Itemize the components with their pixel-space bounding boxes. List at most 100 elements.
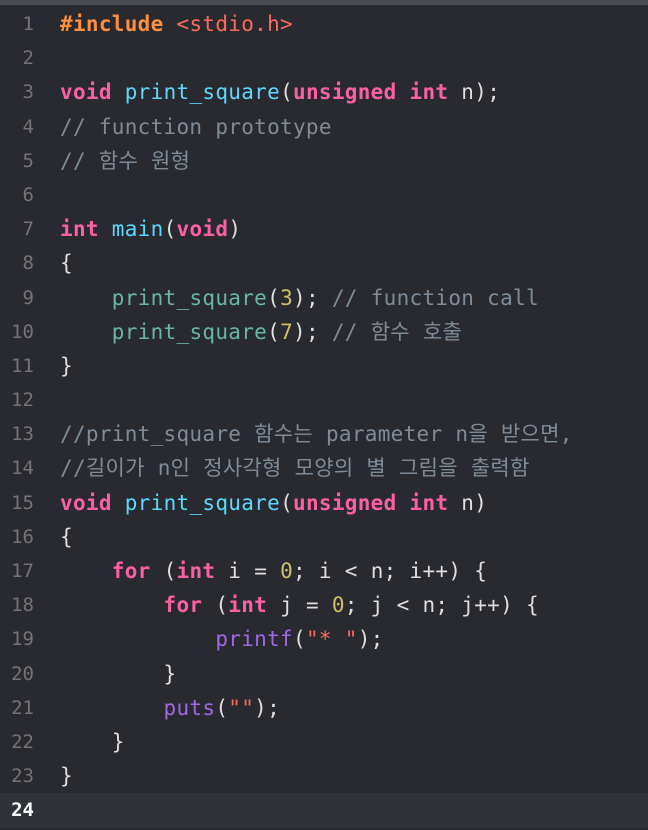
code-token: main (111, 217, 164, 242)
code-token: { (60, 524, 73, 549)
code-text[interactable]: int main(void) (60, 212, 241, 246)
code-text[interactable]: } (60, 725, 125, 759)
code-line[interactable]: 5 // 함수 원형 (0, 144, 648, 178)
code-line[interactable]: 20 } (0, 657, 648, 691)
code-token: // function call (331, 285, 539, 310)
line-number: 5 (22, 149, 34, 172)
code-line[interactable]: 18 for (int j = 0; j < n; j++) { (0, 588, 648, 622)
code-text[interactable]: for (int i = 0; i < n; i++) { (60, 554, 487, 588)
code-token: } (60, 729, 125, 754)
code-line[interactable]: 10 print_square(7); // 함수 호출 (0, 315, 648, 349)
code-text[interactable]: } (60, 759, 73, 793)
code-text[interactable]: // function prototype (60, 110, 332, 144)
code-text[interactable]: } (60, 657, 177, 691)
code-token: ) (228, 217, 242, 242)
code-text[interactable]: for (int j = 0; j < n; j++) { (60, 588, 539, 622)
code-token: ); (293, 285, 332, 310)
code-token: ( (280, 80, 294, 105)
line-number: 3 (22, 81, 34, 104)
code-token: 0 (280, 559, 294, 583)
line-number: 21 (11, 696, 34, 719)
code-text[interactable]: print_square(3); // function call (60, 281, 539, 315)
code-text[interactable]: { (60, 520, 73, 554)
code-token: { (60, 251, 73, 276)
code-token: // function prototype (60, 114, 332, 139)
line-number: 8 (22, 252, 34, 275)
code-line[interactable]: 8{ (0, 246, 648, 280)
line-number: 1 (22, 13, 34, 35)
code-line[interactable]: 2 (0, 41, 648, 75)
code-text[interactable]: print_square(7); // 함수 호출 (60, 315, 462, 349)
code-token: // 함수 호출 (331, 319, 463, 344)
line-number: 17 (11, 560, 34, 582)
code-line[interactable]: 24 (0, 793, 648, 828)
code-text[interactable]: } (60, 349, 73, 383)
code-token: n) (448, 490, 488, 515)
code-token: //길이가 n인 정사각형 모양의 별 그림을 출력함 (60, 456, 530, 481)
code-line[interactable]: 1 #include <stdio.h> (0, 7, 648, 41)
code-token: 0 (331, 593, 345, 618)
code-token: ); (357, 627, 384, 652)
code-line[interactable]: 22 } (0, 725, 648, 759)
line-number: 24 (11, 799, 34, 822)
code-token: print_square (124, 80, 281, 105)
code-token: unsigned (293, 490, 397, 515)
code-token: j = (267, 593, 332, 618)
code-text[interactable]: printf("* "); (60, 622, 384, 656)
code-line[interactable]: 7 int main(void) (0, 212, 648, 246)
line-number: 14 (11, 457, 34, 480)
code-text[interactable]: puts(""); (60, 691, 280, 725)
line-number: 18 (11, 594, 34, 617)
code-text[interactable]: //print_square 함수는 parameter n을 받으면, (60, 417, 573, 451)
code-text[interactable]: void print_square(unsigned int n); (60, 75, 500, 109)
code-text[interactable]: //길이가 n인 정사각형 모양의 별 그림을 출력함 (60, 451, 530, 485)
code-line[interactable]: 3 void print_square(unsigned int n); (0, 75, 648, 109)
code-line[interactable]: 19 printf("* "); (0, 622, 648, 656)
code-token: ); (254, 695, 281, 720)
code-token: print_square (124, 490, 281, 515)
code-line[interactable]: 12 (0, 383, 648, 417)
code-token: print_square (111, 285, 268, 310)
code-line[interactable]: 23} (0, 759, 648, 793)
code-text[interactable]: void print_square(unsigned int n) (60, 486, 487, 520)
code-token: unsigned (293, 80, 397, 105)
code-token: ( (293, 627, 306, 652)
code-token: i = (215, 559, 281, 583)
window-top-border (0, 0, 648, 5)
code-line[interactable]: 14 //길이가 n인 정사각형 모양의 별 그림을 출력함 (0, 451, 648, 485)
code-line[interactable]: 9 print_square(3); // function call (0, 281, 648, 315)
code-token: } (60, 353, 73, 378)
code-line[interactable]: 15 void print_square(unsigned int n) (0, 486, 648, 520)
code-editor[interactable]: 1 #include <stdio.h> 2 3 void print_square(u… (0, 7, 648, 828)
code-token: } (60, 661, 177, 686)
code-line[interactable]: 21 puts(""); (0, 691, 648, 725)
code-token: print_square (111, 319, 268, 344)
code-line[interactable]: 11} (0, 349, 648, 383)
code-text[interactable]: #include <stdio.h> (60, 7, 293, 41)
line-number: 22 (11, 730, 34, 753)
code-token: ; j < n; j++) { (344, 593, 539, 618)
code-line[interactable]: 6 (0, 178, 648, 212)
code-line[interactable]: 16 { (0, 520, 648, 554)
code-token: void (60, 490, 112, 515)
code-token: 7 (280, 319, 294, 344)
code-token: int (409, 80, 449, 105)
code-text[interactable]: { (60, 246, 73, 280)
line-number: 19 (11, 628, 34, 651)
code-text[interactable]: // 함수 원형 (60, 144, 190, 178)
code-token: ( (267, 285, 281, 310)
code-line[interactable]: 4 // function prototype (0, 110, 648, 144)
code-line[interactable]: 17 for (int i = 0; i < n; i++) { (0, 554, 648, 588)
code-line[interactable]: 13 //print_square 함수는 parameter n을 받으면, (0, 417, 648, 451)
code-token: ( (202, 593, 229, 618)
code-token: for (163, 593, 203, 618)
code-token: ); (293, 319, 332, 344)
line-number: 11 (11, 354, 34, 377)
